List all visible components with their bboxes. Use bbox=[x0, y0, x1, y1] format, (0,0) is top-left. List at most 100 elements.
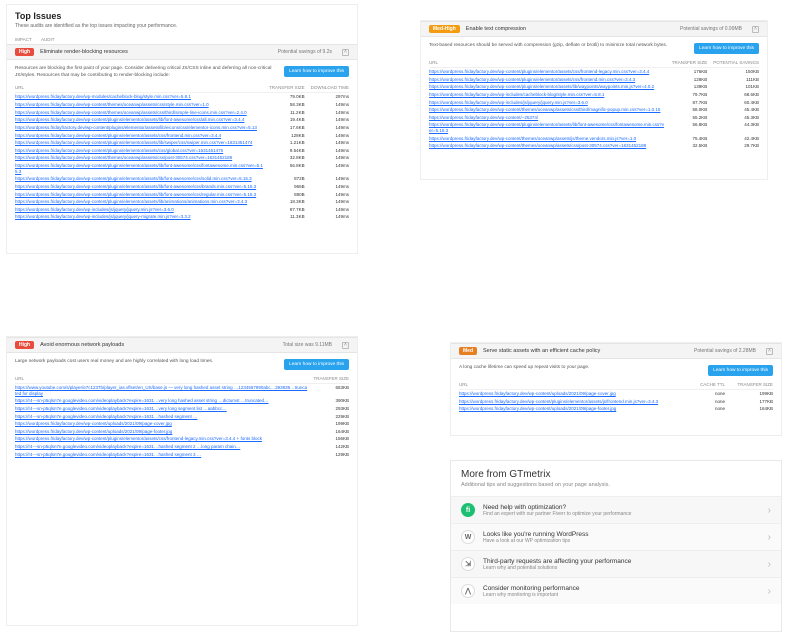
resource-url[interactable]: https://wordpress.fridayfactory.dev/wp-c… bbox=[15, 175, 263, 183]
table-row: https://wordpress.fridayfactory.dev/wp-c… bbox=[429, 135, 759, 143]
resource-url[interactable]: https://wordpress.fridayfactory.dev/wp-c… bbox=[429, 76, 666, 84]
cell-c: none bbox=[689, 405, 725, 413]
cell-d: 149ms bbox=[305, 116, 349, 124]
more-sub: Additional tips and suggestions based on… bbox=[451, 482, 781, 496]
chevron-right-icon: › bbox=[768, 559, 771, 570]
panel-more-from-gtmetrix: More from GTmetrix Additional tips and s… bbox=[450, 460, 782, 632]
cell-p: 101KB bbox=[707, 83, 759, 91]
resource-url[interactable]: https://wordpress.fridayfactory.dev/wp-c… bbox=[15, 139, 263, 147]
resource-url[interactable]: https://r4---sn-p5qlsn7e.googlevideo.com… bbox=[15, 413, 307, 421]
resource-url[interactable]: https://wordpress.fridayfactory.dev/wp-m… bbox=[15, 93, 263, 101]
resource-url[interactable]: https://wordpress.fridayfactory.dev/wp-c… bbox=[429, 83, 666, 91]
chevron-up-icon[interactable]: ˄ bbox=[766, 348, 773, 355]
resource-url[interactable]: https://wordpress.fridayfactory.dev/wp-c… bbox=[429, 121, 666, 134]
cell-t: 32.8KB bbox=[263, 154, 305, 162]
resource-url[interactable]: https://wordpress.fridayfactory.dev/wp-i… bbox=[429, 99, 666, 107]
cell-t: 58.0KB bbox=[666, 106, 708, 114]
cell-t: 880B bbox=[263, 191, 305, 199]
resource-url[interactable]: https://wordpress.fridayfactory.dev/wp-i… bbox=[15, 206, 263, 214]
audit-description: Large network payloads cost users real m… bbox=[15, 359, 276, 366]
resource-url[interactable]: https://wordpress.fridayfactory.dev/wp-c… bbox=[15, 198, 263, 206]
resource-url[interactable]: https://wordpress.fridayfactory.dev/wp-i… bbox=[429, 91, 666, 99]
resource-url[interactable]: https://wordpress.fridayfractory.dev/wp-… bbox=[15, 124, 263, 132]
resource-url[interactable]: https://wordpress.fridayfactory.dev/wp-c… bbox=[15, 132, 263, 140]
audit-description: A long cache lifetime can speed up repea… bbox=[459, 365, 700, 372]
resource-url[interactable]: https://wordpress.fridayfactory.dev/wp-c… bbox=[15, 435, 307, 443]
resource-url[interactable]: https://wordpress.fridayfactory.dev/wp-c… bbox=[15, 191, 263, 199]
tip-body: Consider monitoring performanceLearn why… bbox=[483, 585, 760, 598]
learn-button[interactable]: Learn how to improve this bbox=[708, 365, 773, 376]
resource-url[interactable]: https://wordpress.fridayfactory.dev/wp-c… bbox=[429, 135, 666, 143]
resource-url[interactable]: https://wordpress.fridayfactory.dev/wp-c… bbox=[459, 405, 689, 413]
resource-url[interactable]: https://wordpress.fridayfactory.dev/wp-c… bbox=[429, 114, 666, 122]
audit-header-row[interactable]: Med-High Enable text compression Potenti… bbox=[421, 21, 767, 37]
cell-d: 149ms bbox=[305, 147, 349, 155]
audit-title: Serve static assets with an efficient ca… bbox=[483, 348, 688, 354]
cell-t: 11.2KB bbox=[263, 109, 305, 117]
table-row: https://wordpress.fridayfactory.dev/wp-c… bbox=[429, 83, 759, 91]
col-audit: AUDIT bbox=[41, 37, 349, 42]
resource-url[interactable]: https://r4---sn-p5qlsn7e.googlevideo.com… bbox=[15, 405, 307, 413]
resource-url[interactable]: https://wordpress.fridayfactory.dev/wp-c… bbox=[459, 398, 689, 406]
chevron-up-icon[interactable]: ˄ bbox=[342, 49, 349, 56]
learn-button[interactable]: Learn how to improve this bbox=[284, 359, 349, 370]
resource-url[interactable]: https://wordpress.fridayfactory.dev/wp-c… bbox=[15, 109, 263, 117]
resource-url[interactable]: https://wordpress.fridayfactory.dev/wp-c… bbox=[15, 183, 263, 191]
table-row: https://wordpress.fridayfactory.dev/wp-c… bbox=[15, 147, 349, 155]
th-transfer: TRANSFER SIZE bbox=[725, 380, 773, 390]
table-row: https://wordpress.fridayfactory.dev/wp-c… bbox=[15, 198, 349, 206]
col-impact: IMPACT bbox=[15, 37, 41, 42]
resource-url[interactable]: https://wordpress.fridayfactory.dev/wp-c… bbox=[429, 68, 666, 76]
cell-p: 60.4KB bbox=[707, 99, 759, 107]
table-row: https://wordpress.fridayfactory.dev/wp-c… bbox=[15, 132, 349, 140]
resource-url[interactable]: https://wordpress.fridayfactory.dev/wp-c… bbox=[15, 428, 307, 436]
cell-d: 149ms bbox=[305, 162, 349, 175]
audit-header-row[interactable]: High Avoid enormous network payloads Tot… bbox=[7, 337, 357, 353]
cell-t: 87.7KB bbox=[263, 206, 305, 214]
cell-t: 32.5KB bbox=[666, 142, 708, 150]
resource-url[interactable]: https://wordpress.fridayfactory.dev/wp-c… bbox=[15, 154, 263, 162]
cell-d: 149ms bbox=[305, 124, 349, 132]
th-cache: CACHE TTL bbox=[689, 380, 725, 390]
impact-tag-medhigh: Med-High bbox=[429, 25, 460, 33]
tip-row[interactable]: WLooks like you're running WordPressHave… bbox=[451, 523, 781, 550]
cell-d: 149ms bbox=[305, 109, 349, 117]
tip-sub: Learn why monitoring is important bbox=[483, 592, 760, 598]
tip-row[interactable]: fiNeed help with optimization?Find an ex… bbox=[451, 496, 781, 523]
table-row: https://wordpress.fridayfactory.dev/wp-i… bbox=[429, 99, 759, 107]
resource-url[interactable]: https://wordpress.fridayfactory.dev/wp-c… bbox=[15, 147, 263, 155]
table-row: https://wordpress.fridayfactory.dev/wp-c… bbox=[15, 154, 349, 162]
table-row: https://wordpress.fridayfactory.dev/wp-c… bbox=[429, 68, 759, 76]
resource-url[interactable]: https://www.youtube.com/s/player/e7c1237… bbox=[15, 384, 307, 398]
table-row: https://wordpress.fridayfractory.dev/wp-… bbox=[15, 124, 349, 132]
panel-text-compression: Med-High Enable text compression Potenti… bbox=[420, 20, 768, 180]
th-url: URL bbox=[429, 58, 666, 68]
th-url: URL bbox=[15, 374, 307, 384]
resource-url[interactable]: https://wordpress.fridayfactory.dev/wp-c… bbox=[429, 106, 666, 114]
table-row: https://wordpress.fridayfactory.dev/wp-c… bbox=[429, 76, 759, 84]
tip-row[interactable]: ⇲Third-party requests are affecting your… bbox=[451, 550, 781, 577]
tip-row[interactable]: ⋀Consider monitoring performanceLearn wh… bbox=[451, 577, 781, 604]
cell-d: 149ms bbox=[305, 183, 349, 191]
resource-url[interactable]: https://wordpress.fridayfactory.dev/wp-c… bbox=[15, 116, 263, 124]
resource-url[interactable]: https://wordpress.fridayfactory.dev/wp-c… bbox=[429, 142, 666, 150]
cell-d: 149ms bbox=[305, 206, 349, 214]
resource-url[interactable]: https://wordpress.fridayfactory.dev/wp-c… bbox=[15, 420, 307, 428]
resource-url[interactable]: https://wordpress.fridayfactory.dev/wp-c… bbox=[15, 101, 263, 109]
chevron-up-icon[interactable]: ˄ bbox=[752, 26, 759, 33]
cell-t: 56.8KB bbox=[666, 121, 708, 134]
audit-header-row[interactable]: Med Serve static assets with an efficien… bbox=[451, 343, 781, 359]
resource-url[interactable]: https://wordpress.fridayfactory.dev/wp-i… bbox=[15, 213, 263, 221]
resource-url[interactable]: https://wordpress.fridayfactory.dev/wp-c… bbox=[459, 390, 689, 398]
resource-url[interactable]: https://r4---sn-p5qlsn7e.googlevideo.com… bbox=[15, 397, 307, 405]
learn-button[interactable]: Learn how to improve this bbox=[284, 66, 349, 77]
resource-url[interactable]: https://r4---sn-p5qlsn7e.googlevideo.com… bbox=[15, 451, 307, 459]
resource-url[interactable]: https://wordpress.fridayfactory.dev/wp-c… bbox=[15, 162, 263, 175]
audit-header-row[interactable]: High Eliminate render-blocking resources… bbox=[7, 44, 357, 60]
impact-tag-med: Med bbox=[459, 347, 477, 355]
cell-t: 11.3KB bbox=[263, 213, 305, 221]
th-transfer: TRANSFER SIZE bbox=[263, 83, 305, 93]
resource-url[interactable]: https://r4---sn-p5qlsn7e.googlevideo.com… bbox=[15, 443, 307, 451]
chevron-up-icon[interactable]: ˄ bbox=[342, 342, 349, 349]
learn-button[interactable]: Learn how to improve this bbox=[694, 43, 759, 54]
